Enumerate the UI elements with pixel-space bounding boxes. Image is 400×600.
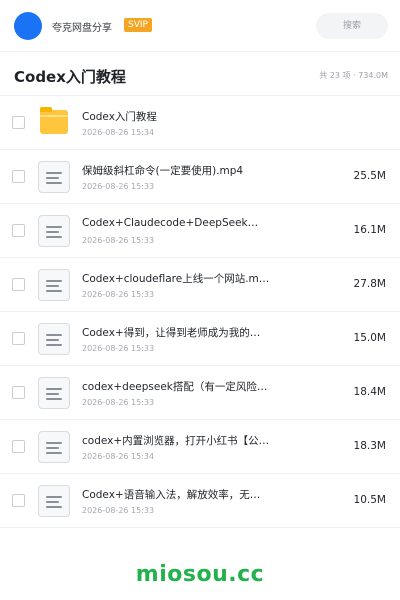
search-button[interactable]: 搜索 — [316, 13, 388, 39]
file-size: 10.5M — [353, 494, 386, 506]
footer-brand: miosou.cc — [135, 562, 265, 587]
file-name: 保姆级斜杠命令(一定要使用).mp4 — [82, 165, 244, 177]
file-row[interactable]: codex+内置浏览器，打开小红书【公众号：秘知圈… 2026-08-26 15:… — [0, 420, 400, 474]
file-row[interactable]: 保姆级斜杠命令(一定要使用).mp4 2026-08-26 15:33 25.5M — [0, 150, 400, 204]
file-size: 18.3M — [353, 440, 386, 452]
row-checkbox[interactable] — [12, 278, 25, 291]
file-size: 16.1M — [353, 224, 386, 236]
file-date: 2026-08-26 15:33 — [82, 182, 155, 191]
file-icon — [38, 431, 70, 463]
file-row[interactable]: Codex+cloudeflare上线一个网站.m… 2026-08-26 15:… — [0, 258, 400, 312]
row-checkbox[interactable] — [12, 116, 25, 129]
file-icon — [38, 485, 70, 517]
avatar[interactable] — [14, 12, 42, 40]
file-list: Codex入门教程 2026-08-26 15:34 保姆级斜杠命令(一定要使用).… — [0, 96, 400, 528]
file-icon — [38, 269, 70, 301]
file-name: Codex+Claudecode+DeepSeek… — [82, 217, 259, 229]
svip-badge: SVIP — [124, 18, 152, 32]
file-name: codex+deepseek搭配（有一定风险，可能… — [82, 381, 270, 393]
file-row[interactable]: codex+deepseek搭配（有一定风险，可能… 2026-08-26 15:… — [0, 366, 400, 420]
file-date: 2026-08-26 15:33 — [82, 290, 155, 299]
file-icon — [38, 323, 70, 355]
row-checkbox[interactable] — [12, 224, 25, 237]
file-name: Codex+语音输入法，解放效率，无痛使用AI.m… — [82, 489, 270, 501]
file-size: 18.4M — [353, 386, 386, 398]
row-checkbox[interactable] — [12, 332, 25, 345]
row-checkbox[interactable] — [12, 494, 25, 507]
top-bar: 夸克网盘分享 SVIP 搜索 — [0, 0, 400, 52]
file-name: Codex+cloudeflare上线一个网站.m… — [82, 273, 270, 285]
row-checkbox[interactable] — [12, 170, 25, 183]
folder-row[interactable]: Codex入门教程 2026-08-26 15:34 — [0, 96, 400, 150]
file-date: 2026-08-26 15:33 — [82, 344, 155, 353]
file-name: codex+内置浏览器，打开小红书【公众号：秘知圈… — [82, 435, 270, 447]
page-title: Codex入门教程 — [14, 68, 126, 86]
row-checkbox[interactable] — [12, 440, 25, 453]
file-row[interactable]: Codex+Claudecode+DeepSeek… 2026-08-26 15:… — [0, 204, 400, 258]
file-date: 2026-08-26 15:33 — [82, 398, 155, 407]
file-date: 2026-08-26 15:34 — [82, 452, 155, 461]
folder-summary: 共 23 项 · 734.0M — [319, 71, 388, 80]
file-row[interactable]: Codex+得到，让得到老师成为我的大脑.mp4 2026-08-26 15:33… — [0, 312, 400, 366]
file-size: 15.0M — [353, 332, 386, 344]
file-date: 2026-08-26 15:33 — [82, 236, 155, 245]
app-name: 夸克网盘分享 — [52, 23, 112, 34]
file-size: 25.5M — [353, 170, 386, 182]
folder-icon — [38, 107, 70, 139]
file-row[interactable]: Codex+语音输入法，解放效率，无痛使用AI.m… 2026-08-26 15:… — [0, 474, 400, 528]
file-date: 2026-08-26 15:33 — [82, 506, 155, 515]
file-icon — [38, 377, 70, 409]
file-icon — [38, 161, 70, 193]
file-name: Codex+得到，让得到老师成为我的大脑.mp4 — [82, 327, 270, 339]
file-icon — [38, 215, 70, 247]
file-name: Codex入门教程 — [82, 111, 157, 123]
file-size: 27.8M — [353, 278, 386, 290]
folder-header: Codex入门教程 共 23 项 · 734.0M — [0, 52, 400, 96]
file-date: 2026-08-26 15:34 — [82, 128, 155, 137]
row-checkbox[interactable] — [12, 386, 25, 399]
